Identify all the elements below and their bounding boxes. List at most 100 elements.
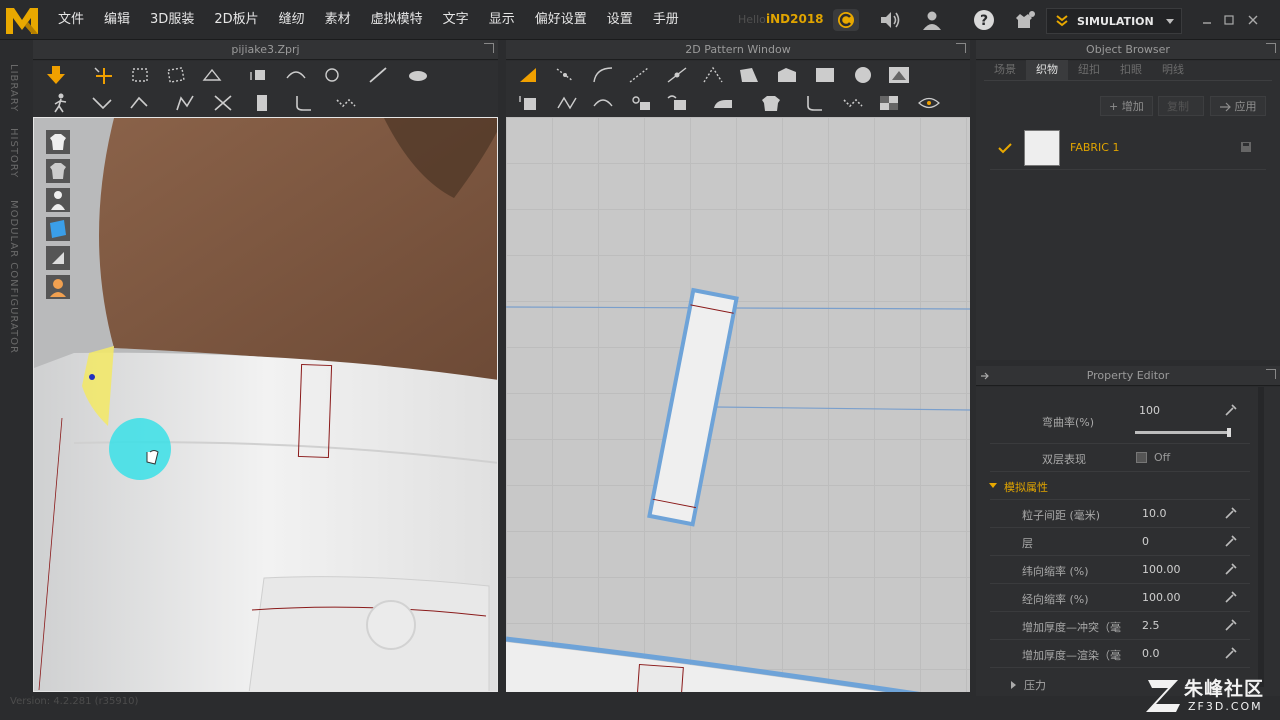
menu-edit[interactable]: 编辑 <box>94 0 140 40</box>
connect-icon[interactable] <box>832 8 860 32</box>
help-icon[interactable]: ? <box>970 8 998 32</box>
curve-point-tool-icon[interactable] <box>626 64 652 86</box>
section-collapsed-icon[interactable] <box>1010 680 1018 690</box>
menu-manual[interactable]: 手册 <box>643 0 689 40</box>
menu-file[interactable]: 文件 <box>48 0 94 40</box>
view3d-viewport[interactable] <box>33 117 498 692</box>
edit-curve-tool-icon[interactable] <box>590 64 616 86</box>
prop-value-particle-distance[interactable]: 10.0 <box>1142 507 1167 520</box>
menu-preferences[interactable]: 偏好设置 <box>525 0 597 40</box>
pattern-transform-tool-icon[interactable] <box>516 92 542 114</box>
seam-tool-icon[interactable] <box>127 92 153 114</box>
prop-value-bend[interactable]: 100 <box>1139 404 1160 417</box>
view-fabric-icon[interactable] <box>46 217 70 241</box>
prop-value-weft-shrinkage[interactable]: 100.00 <box>1142 563 1181 576</box>
tab-fabric[interactable]: 织物 <box>1026 60 1068 80</box>
pattern-rotate-tool-icon[interactable] <box>247 64 273 86</box>
prop-section-simulation[interactable]: 模拟属性 <box>988 472 1250 500</box>
dropper-icon[interactable] <box>1224 534 1238 548</box>
user-icon[interactable] <box>918 8 946 32</box>
cut-tool-icon[interactable] <box>211 92 237 114</box>
menu-display[interactable]: 显示 <box>479 0 525 40</box>
property-scrollbar[interactable] <box>1258 387 1264 687</box>
internal-polygon-tool-icon[interactable] <box>886 64 912 86</box>
dropper-icon[interactable] <box>1224 403 1238 417</box>
popout-icon[interactable] <box>956 43 966 53</box>
menu-materials[interactable]: 素材 <box>315 0 361 40</box>
minimize-button[interactable] <box>1200 13 1214 27</box>
maximize-button[interactable] <box>1222 13 1236 27</box>
visibility-tool-icon[interactable] <box>916 92 942 114</box>
steam-tool-icon[interactable] <box>405 64 431 86</box>
fabric-name[interactable]: FABRIC 1 <box>1070 141 1119 154</box>
simulation-mode-button[interactable]: SIMULATION <box>1046 8 1182 34</box>
dropper-icon[interactable] <box>1224 506 1238 520</box>
fabric-list-item[interactable]: FABRIC 1 <box>990 128 1266 170</box>
pin-tool-icon[interactable] <box>319 64 345 86</box>
collapse-arrow-icon[interactable] <box>980 371 990 381</box>
avatar-pose-tool-icon[interactable] <box>47 92 73 114</box>
dropper-icon[interactable] <box>1224 646 1238 660</box>
pattern-select-tool-icon[interactable] <box>516 64 542 86</box>
select-box-tool-icon[interactable] <box>127 64 153 86</box>
sewing-line-tool-icon[interactable] <box>89 92 115 114</box>
circle-tool-icon[interactable] <box>850 64 876 86</box>
fabric-swatch[interactable] <box>1024 130 1060 166</box>
copy-fabric-button[interactable]: 复制 <box>1158 96 1204 116</box>
view-shirt-texture-icon[interactable] <box>46 159 70 183</box>
button-tool-icon[interactable] <box>291 92 317 114</box>
pattern-trace-tool-icon[interactable] <box>664 92 690 114</box>
pocket-button[interactable] <box>366 600 416 650</box>
measure-tool-icon[interactable] <box>365 64 391 86</box>
split-line-tool-icon[interactable] <box>700 64 726 86</box>
speaker-icon[interactable] <box>876 8 904 32</box>
prop-value-warp-shrinkage[interactable]: 100.00 <box>1142 591 1181 604</box>
menu-3d-garment[interactable]: 3D服装 <box>140 0 204 40</box>
app-logo-icon[interactable] <box>4 4 40 36</box>
add-point-tool-icon[interactable] <box>664 64 690 86</box>
username[interactable]: iND2018 <box>766 12 824 26</box>
menu-text[interactable]: 文字 <box>433 0 479 40</box>
tab-topstitch[interactable]: 明线 <box>1152 60 1194 80</box>
popout-icon[interactable] <box>1266 43 1276 53</box>
dropper-icon[interactable] <box>1224 618 1238 632</box>
view-shirt-icon[interactable] <box>46 130 70 154</box>
side-tab-library[interactable]: LIBRARY <box>8 64 19 112</box>
popout-icon[interactable] <box>484 43 494 53</box>
prop-value-thickness-collision[interactable]: 2.5 <box>1142 619 1160 632</box>
polygon-filled-tool-icon[interactable] <box>774 64 800 86</box>
belt-loop-pattern[interactable] <box>636 663 684 692</box>
lasso-tool-icon[interactable] <box>163 64 189 86</box>
steam-iron-tool-icon[interactable] <box>710 92 736 114</box>
side-tab-modular-configurator[interactable]: MODULAR CONFIGURATOR <box>8 200 19 354</box>
dropper-icon[interactable] <box>1224 590 1238 604</box>
view-avatar-icon[interactable] <box>46 188 70 212</box>
bend-slider-knob[interactable] <box>1227 428 1232 437</box>
sewing-tool-icon[interactable] <box>802 92 828 114</box>
side-tab-history[interactable]: HISTORY <box>8 128 19 178</box>
pattern-mirror-tool-icon[interactable] <box>628 92 654 114</box>
view-skin-icon[interactable] <box>46 275 70 299</box>
view2d-viewport[interactable] <box>506 117 970 692</box>
apply-fabric-button[interactable]: 应用 <box>1210 96 1266 116</box>
garment-tool-icon[interactable] <box>249 92 275 114</box>
dropper-icon[interactable] <box>1224 562 1238 576</box>
arrange-tool-icon[interactable] <box>283 64 309 86</box>
pattern-offset-tool-icon[interactable] <box>554 92 580 114</box>
section-expanded-icon[interactable] <box>988 482 998 490</box>
checker-tool-icon[interactable] <box>876 92 902 114</box>
select-move-tool-icon[interactable] <box>43 64 69 86</box>
stitch-tool-icon[interactable] <box>840 92 866 114</box>
tack-tool-icon[interactable] <box>173 92 199 114</box>
avatar-settings-icon[interactable] <box>1010 8 1038 32</box>
menu-sewing[interactable]: 缝纫 <box>269 0 315 40</box>
polygon-tool-icon[interactable] <box>736 64 762 86</box>
bend-slider-track[interactable] <box>1135 428 1232 437</box>
transform-tool-icon[interactable] <box>91 64 117 86</box>
popout-icon[interactable] <box>1266 369 1276 379</box>
double-layer-checkbox[interactable] <box>1136 452 1147 463</box>
save-fabric-icon[interactable] <box>1240 141 1252 153</box>
menu-settings[interactable]: 设置 <box>597 0 643 40</box>
menu-2d-pattern[interactable]: 2D板片 <box>204 0 268 40</box>
edit-point-tool-icon[interactable] <box>552 64 578 86</box>
